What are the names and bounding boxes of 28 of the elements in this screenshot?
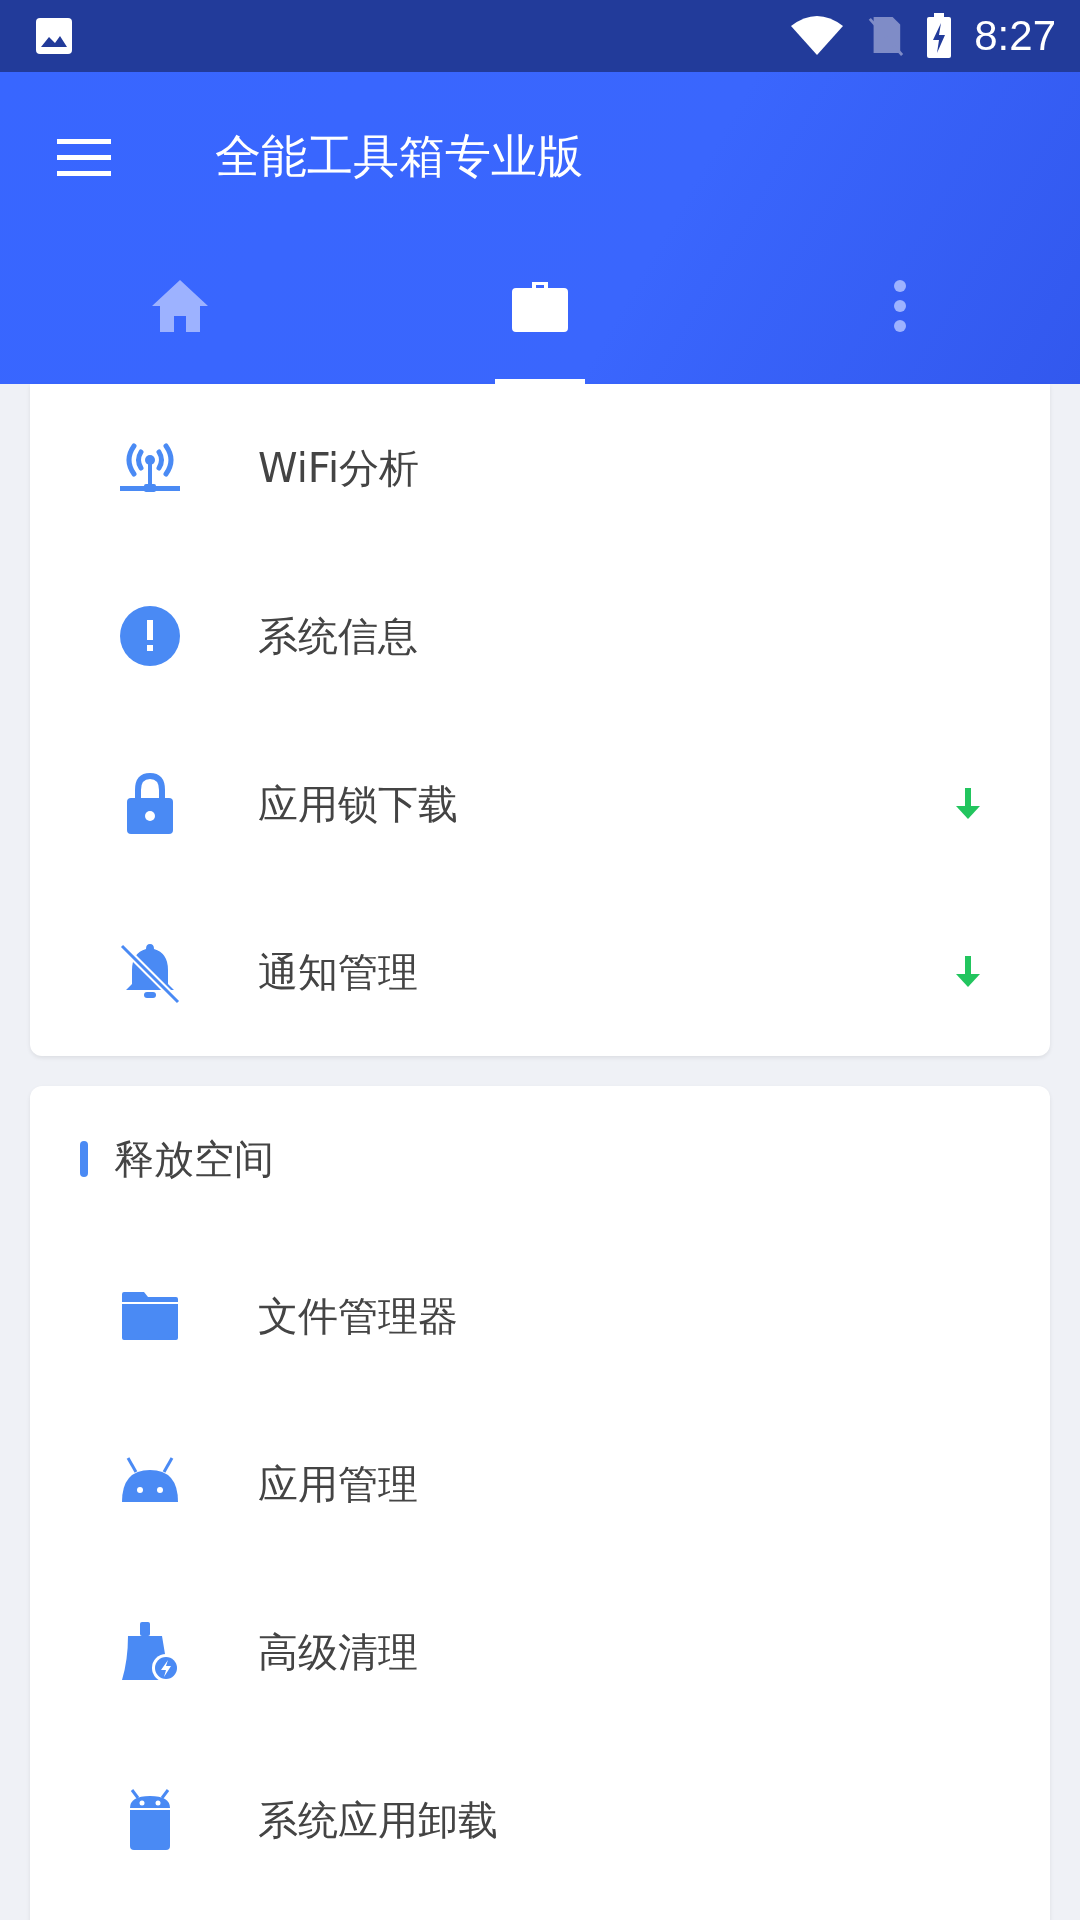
tool-label: 应用管理 [258, 1459, 419, 1509]
tool-item[interactable]: WiFi分析 [30, 384, 1050, 552]
battery-charging-icon [926, 13, 953, 59]
more-icon [894, 279, 906, 332]
tool-label: 高级清理 [258, 1627, 419, 1677]
app-title: 全能工具箱专业版 [215, 128, 583, 185]
no-sim-icon [866, 15, 905, 57]
image-icon [34, 16, 74, 56]
tool-item[interactable]: 文件管理器 [30, 1232, 1050, 1400]
tool-label: 文件管理器 [258, 1291, 459, 1341]
tool-item[interactable]: 通知管理 [30, 888, 1050, 1056]
wifi-icon [790, 16, 845, 56]
home-icon [150, 277, 210, 334]
tool-item[interactable]: 系统信息 [30, 552, 1050, 720]
tool-item[interactable]: 高级清理 [30, 1568, 1050, 1736]
tool-label: 通知管理 [258, 947, 419, 997]
clock-time: 8:27 [974, 12, 1056, 60]
tool-item[interactable]: 系统应用卸载 [30, 1736, 1050, 1904]
tool-item[interactable]: 应用锁下载 [30, 720, 1050, 888]
menu-icon[interactable] [57, 137, 111, 177]
tool-label: 系统应用卸载 [258, 1795, 499, 1845]
tool-label: 系统信息 [258, 611, 419, 661]
tool-label: WiFi分析 [258, 443, 420, 493]
exclamation-icon [118, 604, 182, 668]
section-title: 释放空间 [114, 1134, 274, 1184]
tool-label: 应用锁下载 [258, 779, 459, 829]
tool-item[interactable]: 应用管理 [30, 1400, 1050, 1568]
section-marker [80, 1141, 88, 1177]
